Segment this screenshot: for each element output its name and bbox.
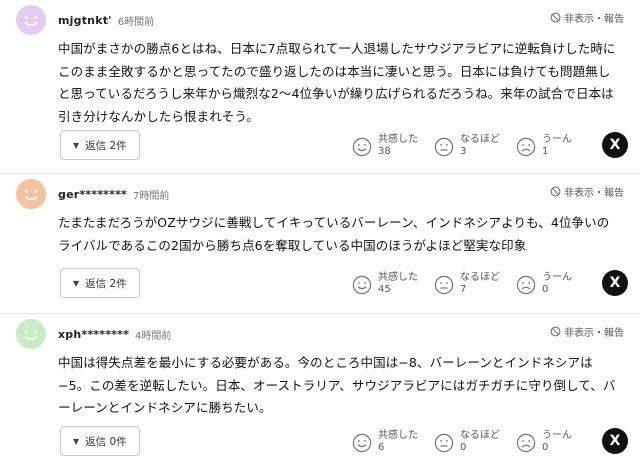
reactions: 共感した 38 なるほど 3 うーん 1 X — [352, 132, 628, 158]
reaction-label: 共感した — [378, 272, 418, 283]
avatar — [16, 179, 46, 209]
post-time: 6時間前 — [117, 16, 155, 28]
reaction-button[interactable]: なるほど 7 — [434, 271, 516, 295]
hide-report-label: 非表示・報告 — [564, 188, 624, 199]
reactions: 共感した 6 なるほど 0 うーん 0 X — [352, 428, 628, 454]
share-x-button[interactable]: X — [602, 270, 628, 296]
reaction-label: 共感した — [378, 430, 418, 441]
reaction-label: うーん — [542, 272, 572, 283]
reaction-button[interactable]: 共感した 38 — [352, 133, 434, 157]
comment-item: xph******** 4時間前 非表示・報告 中国は得失点差を最小にする必要が… — [0, 314, 640, 471]
reaction-count: 0 — [542, 284, 549, 295]
caret-down-icon: ▼ — [73, 140, 80, 150]
replies-toggle-button[interactable]: ▼ 返信 0件 — [60, 426, 140, 456]
username[interactable]: xph******** — [58, 328, 129, 341]
thinking-face-icon — [434, 275, 454, 295]
comment-header: ger******** 7時間前 — [16, 174, 624, 214]
comment-text: たまたまだろうがOZサウジに善戦してイキっているバーレーン、インドネシアよりも、… — [58, 215, 610, 253]
prohibit-icon — [550, 186, 561, 197]
reaction-label: うーん — [542, 134, 572, 145]
reaction-label: なるほど — [460, 134, 500, 145]
reaction-button[interactable]: うーん 0 — [516, 271, 598, 295]
reaction-label: なるほど — [460, 272, 500, 283]
reaction-label: 共感した — [378, 134, 418, 145]
comment-footer: ▼ 返信 2件 共感した 38 なるほど 3 うーん 1 X — [60, 130, 628, 160]
smile-face-icon — [352, 433, 372, 453]
reaction-count: 7 — [460, 284, 467, 295]
reaction-label: なるほど — [460, 430, 500, 441]
avatar-face-icon — [16, 179, 46, 209]
comment-text: 中国がまさかの勝点6とはね、日本に7点取られて一人退場したサウジアラビアに逆転負… — [58, 41, 616, 124]
reaction-count: 1 — [542, 146, 549, 157]
reactions: 共感した 45 なるほど 7 うーん 0 X — [352, 270, 628, 296]
reaction-label: うーん — [542, 430, 572, 441]
reaction-button[interactable]: 共感した 6 — [352, 429, 434, 453]
avatar-face-icon — [16, 319, 46, 349]
avatar — [16, 5, 46, 35]
replies-label: 返信 2件 — [85, 139, 127, 152]
hide-report-button[interactable]: 非表示・報告 — [550, 10, 624, 25]
comment-header: mjgtnkt' 6時間前 — [16, 0, 624, 40]
prohibit-icon — [550, 12, 561, 23]
avatar-face-icon — [16, 5, 46, 35]
replies-toggle-button[interactable]: ▼ 返信 2件 — [60, 130, 140, 160]
hide-report-label: 非表示・報告 — [564, 328, 624, 339]
hmm-face-icon — [516, 137, 536, 157]
hide-report-button[interactable]: 非表示・報告 — [550, 324, 624, 339]
comment-list: mjgtnkt' 6時間前 非表示・報告 中国がまさかの勝点6とはね、日本に7点… — [0, 0, 640, 471]
replies-label: 返信 2件 — [85, 277, 127, 290]
reaction-count: 38 — [378, 146, 391, 157]
thinking-face-icon — [434, 137, 454, 157]
comment-text: 中国は得失点差を最小にする必要がある。今のところ中国は−8、バーレーンとインドネ… — [58, 355, 616, 415]
share-x-button[interactable]: X — [602, 132, 628, 158]
comment-footer: ▼ 返信 2件 共感した 45 なるほど 7 うーん 0 X — [60, 268, 628, 298]
comment-item: ger******** 7時間前 非表示・報告 たまたまだろうがOZサウジに善戦… — [0, 174, 640, 314]
prohibit-icon — [550, 326, 561, 337]
reaction-count: 3 — [460, 146, 467, 157]
reaction-count: 0 — [460, 442, 467, 453]
hmm-face-icon — [516, 433, 536, 453]
hide-report-button[interactable]: 非表示・報告 — [550, 184, 624, 199]
comment-item: mjgtnkt' 6時間前 非表示・報告 中国がまさかの勝点6とはね、日本に7点… — [0, 0, 640, 174]
reaction-count: 0 — [542, 442, 549, 453]
reaction-count: 6 — [378, 442, 385, 453]
post-time: 4時間前 — [135, 330, 172, 342]
replies-label: 返信 0件 — [85, 435, 127, 448]
smile-face-icon — [352, 137, 372, 157]
smile-face-icon — [352, 275, 372, 295]
hmm-face-icon — [516, 275, 536, 295]
replies-toggle-button[interactable]: ▼ 返信 2件 — [60, 268, 140, 298]
reaction-count: 45 — [378, 284, 391, 295]
reaction-button[interactable]: なるほど 0 — [434, 429, 516, 453]
caret-down-icon: ▼ — [73, 436, 80, 446]
reaction-button[interactable]: うーん 0 — [516, 429, 598, 453]
username[interactable]: mjgtnkt' — [58, 14, 112, 27]
avatar — [16, 319, 46, 349]
caret-down-icon: ▼ — [73, 278, 80, 288]
reaction-button[interactable]: うーん 1 — [516, 133, 598, 157]
comment-footer: ▼ 返信 0件 共感した 6 なるほど 0 うーん 0 X — [60, 426, 628, 456]
post-time: 7時間前 — [132, 190, 170, 202]
reaction-button[interactable]: なるほど 3 — [434, 133, 516, 157]
thinking-face-icon — [434, 433, 454, 453]
comment-header: xph******** 4時間前 — [16, 314, 624, 354]
username[interactable]: ger******** — [58, 188, 127, 201]
hide-report-label: 非表示・報告 — [564, 14, 624, 25]
reaction-button[interactable]: 共感した 45 — [352, 271, 434, 295]
share-x-button[interactable]: X — [602, 428, 628, 454]
